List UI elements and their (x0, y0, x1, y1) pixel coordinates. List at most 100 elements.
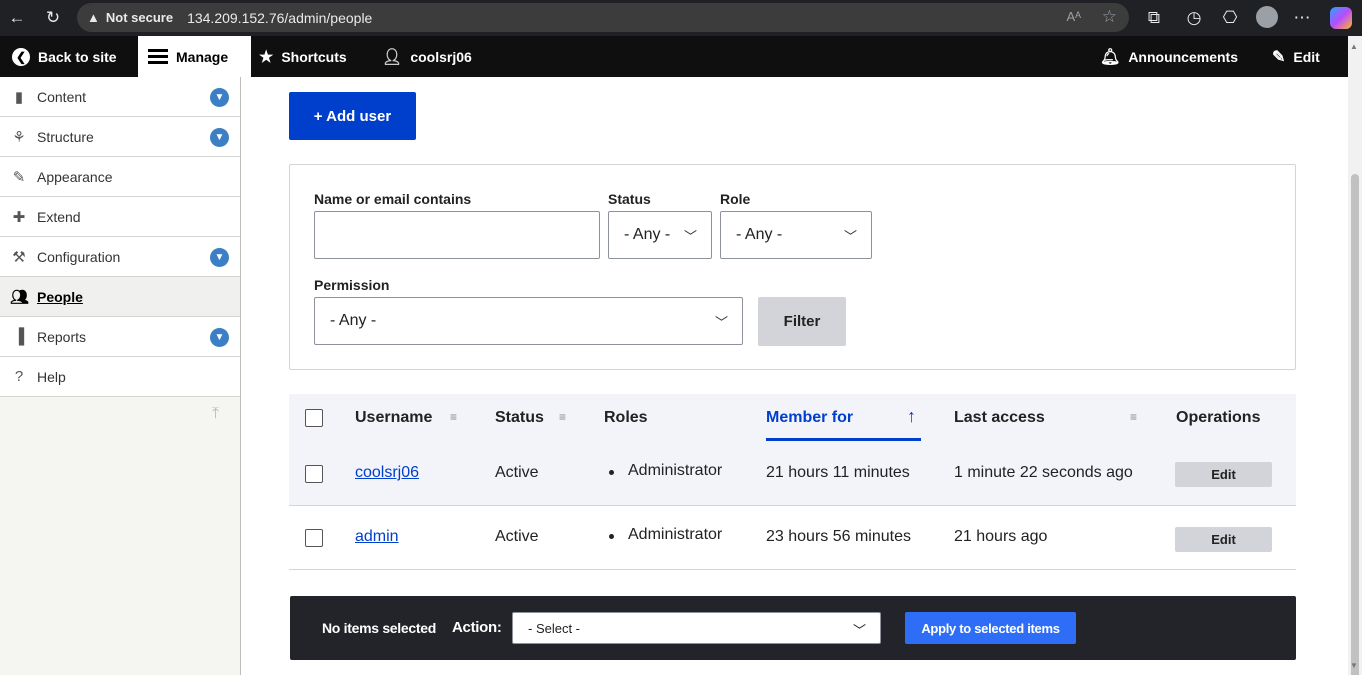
user-icon: 👤︎ (382, 48, 403, 66)
status-select-value: - Any - (624, 226, 671, 243)
page-scrollbar[interactable]: ▲ ▼ (1348, 36, 1362, 675)
back-to-site-label: Back to site (38, 48, 117, 65)
apply-to-selected-button[interactable]: Apply to selected items (905, 612, 1076, 644)
sidebar-item-configuration[interactable]: ⚒ Configuration ▼ (0, 237, 240, 277)
collapse-sidebar-icon[interactable]: ⤒ (212, 405, 219, 423)
favorite-star-icon[interactable]: ☆ (1102, 7, 1117, 27)
main-content: + Add user Name or email contains Status… (241, 77, 1348, 675)
announcements-label: Announcements (1128, 48, 1238, 65)
sidebar-item-people[interactable]: 👥︎ People (0, 277, 240, 317)
chevron-down-icon: ﹀ (683, 229, 697, 244)
document-icon: ▮ (14, 88, 24, 106)
sidebar-item-label: Structure (37, 128, 94, 145)
pencil-icon: ✎ (1272, 48, 1286, 66)
row-checkbox[interactable] (305, 529, 323, 547)
status-cell: Active (495, 528, 539, 545)
username-header[interactable]: Username (355, 409, 432, 427)
member-for-header[interactable]: Member for (766, 409, 853, 427)
sidebar-item-label: Appearance (37, 168, 113, 185)
shortcuts-label: Shortcuts (281, 48, 347, 65)
username-link[interactable]: coolsrj06 (355, 464, 419, 482)
edit-user-button[interactable]: Edit (1175, 462, 1272, 487)
sidebar-item-label: Extend (37, 208, 81, 225)
permission-select-value: - Any - (330, 312, 377, 329)
status-select[interactable]: - Any - ﹀ (608, 211, 712, 259)
chevron-down-icon: ﹀ (714, 315, 728, 330)
table-row: coolsrj06 Active Administrator 21 hours … (289, 442, 1296, 506)
back-arrow-icon[interactable]: ← (6, 7, 28, 29)
reload-icon[interactable]: ↻ (42, 7, 64, 29)
sidebar-item-extend[interactable]: ✚ Extend (0, 197, 240, 237)
filter-panel: Name or email contains Status - Any - ﹀ … (289, 164, 1296, 370)
scroll-down-arrow-icon[interactable]: ▼ (1350, 661, 1358, 670)
chevron-down-icon[interactable]: ▼ (210, 88, 229, 107)
role-select[interactable]: - Any - ﹀ (720, 211, 872, 259)
admin-toolbar: ❮ Back to site Manage ★ Shortcuts 👤︎ coo… (0, 36, 1348, 77)
back-to-site-link[interactable]: ❮ Back to site (12, 36, 117, 77)
star-icon: ★ (259, 48, 274, 66)
chevron-down-icon: ﹀ (852, 623, 866, 638)
warning-icon: ▲ (87, 10, 100, 25)
row-checkbox[interactable] (305, 465, 323, 483)
user-tab[interactable]: 👤︎ coolsrj06 (382, 36, 472, 77)
role-cell: Administrator (628, 526, 723, 543)
chevron-down-icon[interactable]: ▼ (210, 328, 229, 347)
sitemap-icon: ⚘ (12, 128, 26, 146)
wrench-icon: ⚒ (12, 248, 26, 266)
url-text[interactable]: 134.209.152.76/admin/people (187, 10, 372, 26)
last-access-header[interactable]: Last access (954, 409, 1045, 427)
table-row: admin Active Administrator 23 hours 56 m… (289, 506, 1296, 570)
help-icon: ? (14, 368, 24, 385)
list-bullet (609, 470, 614, 475)
extensions-icon[interactable]: ⧉ (1143, 7, 1165, 29)
shortcuts-tab[interactable]: ★ Shortcuts (259, 36, 347, 77)
action-select-value: - Select - (528, 620, 581, 636)
manage-tab[interactable]: Manage (138, 36, 251, 77)
select-all-checkbox[interactable] (305, 409, 323, 427)
permission-select[interactable]: - Any - ﹀ (314, 297, 743, 345)
sort-icon[interactable]: ≡ (450, 410, 457, 424)
copilot-icon[interactable] (1330, 7, 1352, 29)
username-link[interactable]: admin (355, 528, 399, 546)
member-for-cell: 21 hours 11 minutes (766, 464, 910, 481)
sidebar-item-reports[interactable]: ▐ Reports ▼ (0, 317, 240, 357)
sort-icon[interactable]: ≡ (559, 410, 566, 424)
sidebar-item-label: Help (37, 368, 66, 385)
more-menu-icon[interactable]: ⋯ (1291, 7, 1313, 29)
status-header[interactable]: Status (495, 409, 544, 427)
sidebar-item-appearance[interactable]: ✎ Appearance (0, 157, 240, 197)
history-icon[interactable]: ◷ (1183, 7, 1205, 29)
scroll-thumb[interactable] (1351, 174, 1359, 675)
member-for-cell: 23 hours 56 minutes (766, 528, 911, 545)
read-aloud-icon[interactable]: Aᴬ (1066, 9, 1081, 24)
manage-label: Manage (176, 48, 229, 65)
edit-user-button[interactable]: Edit (1175, 527, 1272, 552)
name-filter-label: Name or email contains (314, 191, 472, 207)
sort-ascending-icon[interactable]: ↑ (907, 406, 916, 427)
roles-header: Roles (604, 409, 648, 426)
people-table: Username ≡ Status ≡ Roles Member for ↑ L… (289, 394, 1296, 570)
add-user-button[interactable]: + Add user (289, 92, 416, 140)
sort-icon[interactable]: ≡ (1130, 410, 1137, 424)
bell-icon: 🔔︎ (1100, 48, 1121, 66)
role-filter-label: Role (720, 191, 751, 207)
people-icon: 👥︎ (10, 288, 30, 306)
collections-icon[interactable]: ⎔ (1219, 7, 1241, 29)
action-label: Action: (452, 619, 502, 636)
status-filter-label: Status (608, 191, 651, 207)
profile-avatar[interactable] (1256, 6, 1278, 28)
name-email-input[interactable] (314, 211, 600, 259)
active-sort-underline (766, 438, 921, 441)
chevron-down-icon[interactable]: ▼ (210, 248, 229, 267)
address-bar[interactable]: ▲ Not secure 134.209.152.76/admin/people… (77, 3, 1129, 32)
scroll-up-arrow-icon[interactable]: ▲ (1350, 42, 1358, 51)
sidebar-item-structure[interactable]: ⚘ Structure ▼ (0, 117, 240, 157)
filter-button[interactable]: Filter (758, 297, 846, 346)
chevron-down-icon[interactable]: ▼ (210, 128, 229, 147)
announcements-tab[interactable]: 🔔︎ Announcements (1100, 36, 1238, 77)
sidebar-item-content[interactable]: ▮ Content ▼ (0, 77, 240, 117)
sidebar-item-help[interactable]: ? Help (0, 357, 240, 397)
edit-tab[interactable]: ✎ Edit (1272, 36, 1320, 77)
list-bullet (609, 534, 614, 539)
action-select[interactable]: - Select - ﹀ (512, 612, 881, 644)
